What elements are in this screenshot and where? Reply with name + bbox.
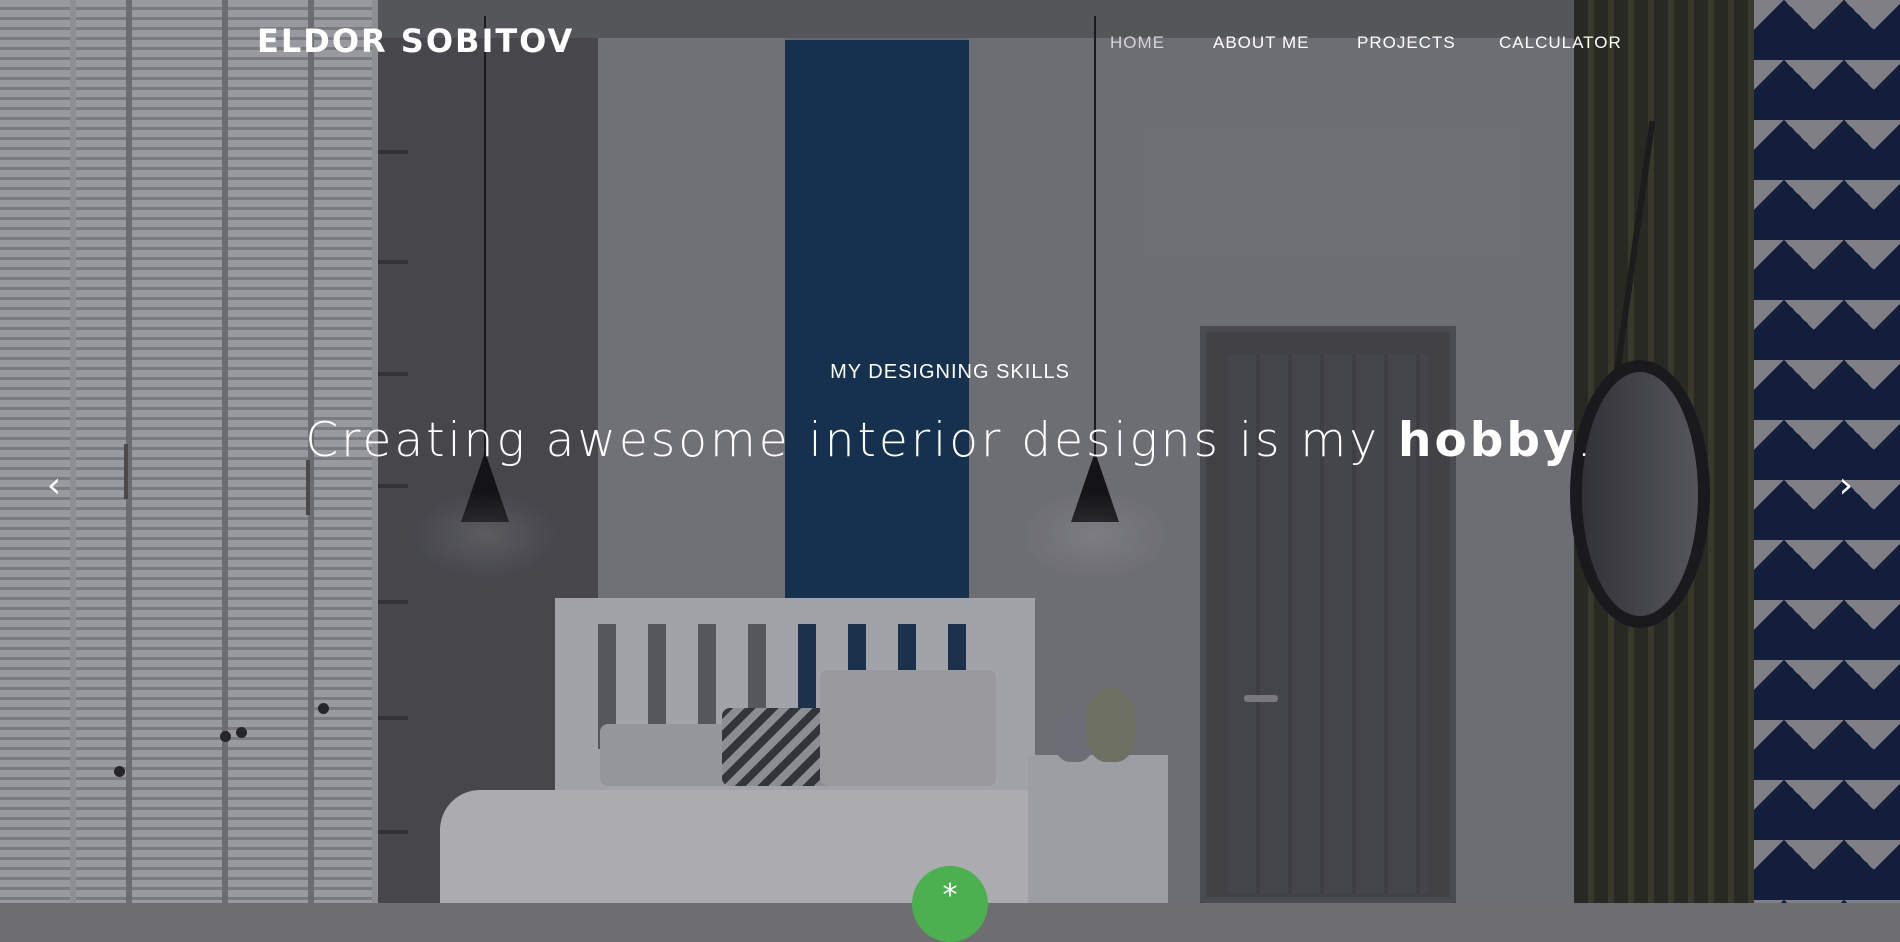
- hero-caption: MY DESIGNING SKILLS Creating awesome int…: [0, 0, 1900, 903]
- scroll-action-button[interactable]: *: [912, 866, 988, 942]
- hero-headline: Creating awesome interior designs is my …: [0, 413, 1900, 468]
- hero-headline-emphasis: hobby: [1397, 413, 1577, 468]
- carousel-next-button[interactable]: ›: [1826, 466, 1866, 506]
- hero-headline-end: .: [1576, 413, 1595, 468]
- chevron-left-icon: ‹: [46, 465, 62, 506]
- carousel-prev-button[interactable]: ‹: [34, 466, 74, 506]
- asterisk-icon: *: [942, 878, 958, 913]
- chevron-right-icon: ›: [1838, 465, 1854, 506]
- hero-kicker: MY DESIGNING SKILLS: [830, 361, 1070, 383]
- hero-headline-text: Creating awesome interior designs is my: [305, 413, 1398, 468]
